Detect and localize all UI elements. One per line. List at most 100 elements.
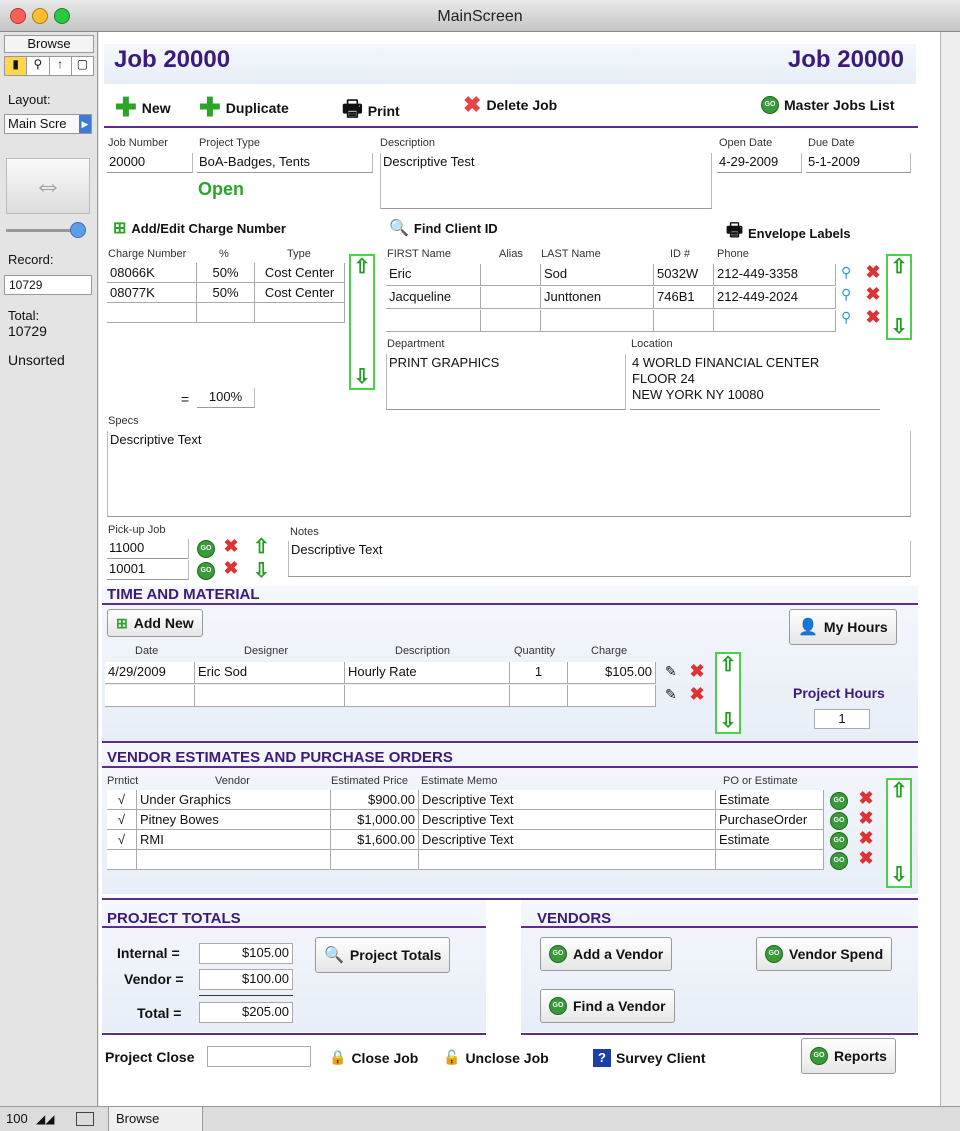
charge-type-cell[interactable]: Cost Center xyxy=(255,263,345,283)
arrow-down-icon[interactable]: ⇩ xyxy=(353,367,371,387)
last-name-cell[interactable]: Junttonen xyxy=(541,287,654,309)
go-icon[interactable]: GO xyxy=(197,560,215,580)
po-cell[interactable]: Estimate xyxy=(716,830,824,850)
close-job-button[interactable]: 🔒 Close Job xyxy=(329,1049,418,1066)
go-icon[interactable]: GO xyxy=(830,790,848,810)
charge-pct-cell[interactable]: 50% xyxy=(197,263,255,283)
add-new-button[interactable]: ⊞ Add New xyxy=(107,609,203,637)
project-close-field[interactable] xyxy=(207,1046,311,1067)
phone-cell[interactable]: 212-449-3358 xyxy=(714,264,836,286)
tm-description-cell[interactable] xyxy=(345,685,510,707)
phone-cell[interactable] xyxy=(714,310,836,332)
delete-job-button[interactable]: ✖ Delete Job xyxy=(463,92,557,118)
delete-icon[interactable]: ✖ xyxy=(865,285,881,303)
lookup-icon[interactable]: ⚲ xyxy=(841,264,851,281)
open-date-field[interactable]: 4-29-2009 xyxy=(717,153,802,173)
arrow-up-icon[interactable]: ⇧ xyxy=(890,257,908,277)
browse-mode-icon[interactable]: ▮ xyxy=(5,57,28,75)
po-cell[interactable]: Estimate xyxy=(716,790,824,810)
alias-cell[interactable] xyxy=(481,310,541,332)
arrow-up-icon[interactable]: ⇧ xyxy=(890,781,908,801)
duplicate-button[interactable]: ✚ Duplicate xyxy=(199,92,289,123)
price-cell[interactable] xyxy=(331,850,419,870)
master-jobs-button[interactable]: GO Master Jobs List xyxy=(761,96,894,114)
arrow-down-icon[interactable]: ⇩ xyxy=(890,317,908,337)
delete-icon[interactable]: ✖ xyxy=(858,809,874,827)
edit-icon[interactable]: ✎ xyxy=(665,686,677,703)
po-cell[interactable]: PurchaseOrder xyxy=(716,810,824,830)
vendor-spend-button[interactable]: GO Vendor Spend xyxy=(756,937,893,971)
description-field[interactable]: Descriptive Test xyxy=(380,153,712,209)
arrow-down-icon[interactable]: ⇩ xyxy=(253,558,270,583)
tm-designer-cell[interactable]: Eric Sod xyxy=(195,662,345,684)
delete-icon[interactable]: ✖ xyxy=(858,789,874,807)
memo-cell[interactable]: Descriptive Text xyxy=(419,790,716,810)
tm-designer-cell[interactable] xyxy=(195,685,345,707)
memo-cell[interactable] xyxy=(419,850,716,870)
charge-pct-cell[interactable]: 50% xyxy=(197,283,255,303)
charge-type-cell[interactable] xyxy=(255,303,345,323)
vendor-cell[interactable] xyxy=(137,850,331,870)
go-icon[interactable]: GO xyxy=(830,810,848,830)
charge-number-cell[interactable] xyxy=(107,303,197,323)
find-client-button[interactable]: 🔍 Find Client ID xyxy=(389,218,498,238)
project-totals-button[interactable]: 🔍 Project Totals xyxy=(315,937,451,973)
new-button[interactable]: ✚ New xyxy=(115,92,171,123)
arrow-down-icon[interactable]: ⇩ xyxy=(890,865,908,885)
vertical-scrollbar[interactable] xyxy=(940,32,960,1106)
price-cell[interactable]: $900.00 xyxy=(331,790,419,810)
find-mode-icon[interactable]: ⚲ xyxy=(27,57,50,75)
pickup-job-field[interactable]: 10001 xyxy=(107,560,189,580)
print-checkbox[interactable]: √ xyxy=(107,830,137,850)
arrow-up-icon[interactable]: ⇧ xyxy=(719,655,737,675)
notes-field[interactable]: Descriptive Text xyxy=(288,541,911,577)
last-name-cell[interactable] xyxy=(541,310,654,332)
charge-number-cell[interactable]: 08066K xyxy=(107,263,197,283)
pickup-job-field[interactable]: 11000 xyxy=(107,539,189,559)
vendor-cell[interactable]: Under Graphics xyxy=(137,790,331,810)
zoom-icon[interactable]: ◢◢ xyxy=(36,1112,54,1126)
charge-pct-cell[interactable] xyxy=(197,303,255,323)
department-field[interactable]: PRINT GRAPHICS xyxy=(386,354,626,410)
location-field[interactable]: 4 WORLD FINANCIAL CENTER FLOOR 24 NEW YO… xyxy=(630,354,880,410)
last-name-cell[interactable]: Sod xyxy=(541,264,654,286)
print-checkbox[interactable] xyxy=(107,850,137,870)
id-cell[interactable] xyxy=(654,310,714,332)
zoom-level[interactable]: 100 xyxy=(6,1111,28,1126)
tm-description-cell[interactable]: Hourly Rate xyxy=(345,662,510,684)
arrow-up-icon[interactable]: ⇧ xyxy=(353,257,371,277)
print-checkbox[interactable]: √ xyxy=(107,810,137,830)
go-icon[interactable]: GO xyxy=(197,538,215,558)
find-vendor-button[interactable]: GO Find a Vendor xyxy=(540,989,675,1023)
id-cell[interactable]: 746B1 xyxy=(654,287,714,309)
arrow-down-icon[interactable]: ⇩ xyxy=(719,711,737,731)
delete-icon[interactable]: ✖ xyxy=(689,662,705,680)
job-number-field[interactable]: 20000 xyxy=(107,153,193,173)
go-icon[interactable]: GO xyxy=(830,850,848,870)
add-edit-charge-button[interactable]: ⊞ Add/Edit Charge Number xyxy=(113,218,286,238)
specs-field[interactable]: Descriptive Text xyxy=(107,431,911,517)
lookup-icon[interactable]: ⚲ xyxy=(841,309,851,326)
delete-icon[interactable]: ✖ xyxy=(689,685,705,703)
memo-cell[interactable]: Descriptive Text xyxy=(419,830,716,850)
first-name-cell[interactable] xyxy=(386,310,481,332)
id-cell[interactable]: 5032W xyxy=(654,264,714,286)
print-button[interactable]: 🖶 Print xyxy=(342,92,400,130)
price-cell[interactable]: $1,000.00 xyxy=(331,810,419,830)
tm-quantity-cell[interactable]: 1 xyxy=(510,662,568,684)
tm-charge-cell[interactable]: $105.00 xyxy=(568,662,656,684)
delete-icon[interactable]: ✖ xyxy=(223,559,239,577)
charge-type-cell[interactable]: Cost Center xyxy=(255,283,345,303)
record-input[interactable]: 10729 xyxy=(4,275,92,295)
first-name-cell[interactable]: Eric xyxy=(386,264,481,286)
project-type-field[interactable]: BoA-Badges, Tents xyxy=(197,153,373,173)
delete-icon[interactable]: ✖ xyxy=(865,263,881,281)
due-date-field[interactable]: 5-1-2009 xyxy=(806,153,911,173)
alias-cell[interactable] xyxy=(481,264,541,286)
layout-select[interactable]: Main Scre ▶ xyxy=(4,114,92,134)
memo-cell[interactable]: Descriptive Text xyxy=(419,810,716,830)
arrow-up-icon[interactable]: ⇧ xyxy=(253,534,270,559)
vendor-cell[interactable]: RMI xyxy=(137,830,331,850)
tm-quantity-cell[interactable] xyxy=(510,685,568,707)
alias-cell[interactable] xyxy=(481,287,541,309)
